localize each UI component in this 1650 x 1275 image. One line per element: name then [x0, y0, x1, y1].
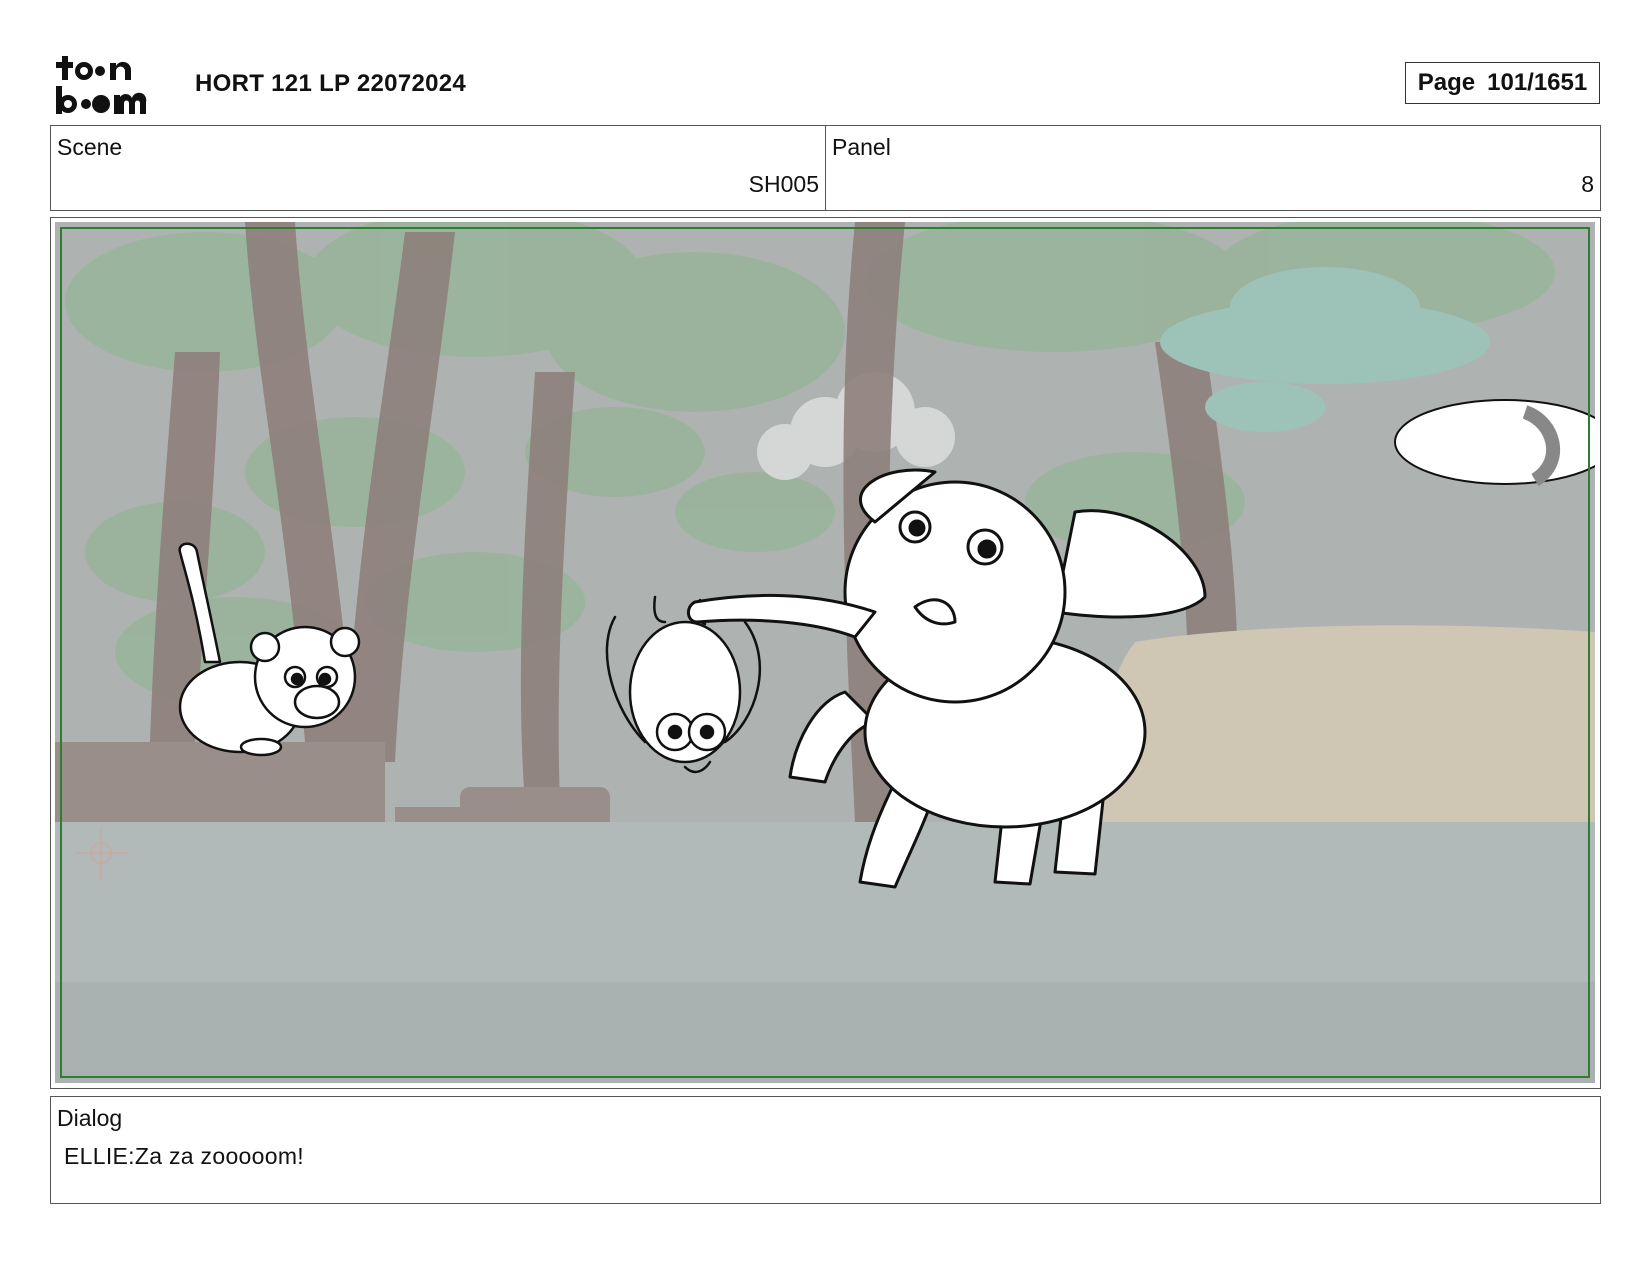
page-label: Page: [1417, 69, 1476, 96]
scene-label: Scene: [57, 134, 123, 160]
dialog-box: Dialog ELLIE:Za za zooooom!: [50, 1096, 1601, 1204]
storyboard-panel: [50, 217, 1601, 1089]
panel-value: 8: [1581, 171, 1594, 197]
page-indicator: Page 101/1651: [1405, 62, 1600, 104]
ground-foreground: [55, 982, 1595, 1083]
panel-artwork: [55, 222, 1595, 1083]
offscreen-object: [1394, 399, 1595, 485]
dialog-label: Dialog: [57, 1105, 123, 1131]
scene-panel-info: Scene SH005 Panel 8: [50, 125, 1601, 211]
panel-cell: Panel 8: [825, 126, 1600, 210]
scene-cell: Scene SH005: [51, 126, 825, 210]
dialog-text: ELLIE:Za za zooooom!: [64, 1143, 304, 1169]
panel-label: Panel: [832, 134, 891, 160]
scene-value: SH005: [748, 171, 819, 197]
toon-boom-logo: [56, 56, 147, 114]
rock-ledge: [1085, 625, 1595, 842]
page-number: 101/1651: [1487, 69, 1588, 96]
document-title: HORT 121 LP 22072024: [195, 70, 467, 97]
